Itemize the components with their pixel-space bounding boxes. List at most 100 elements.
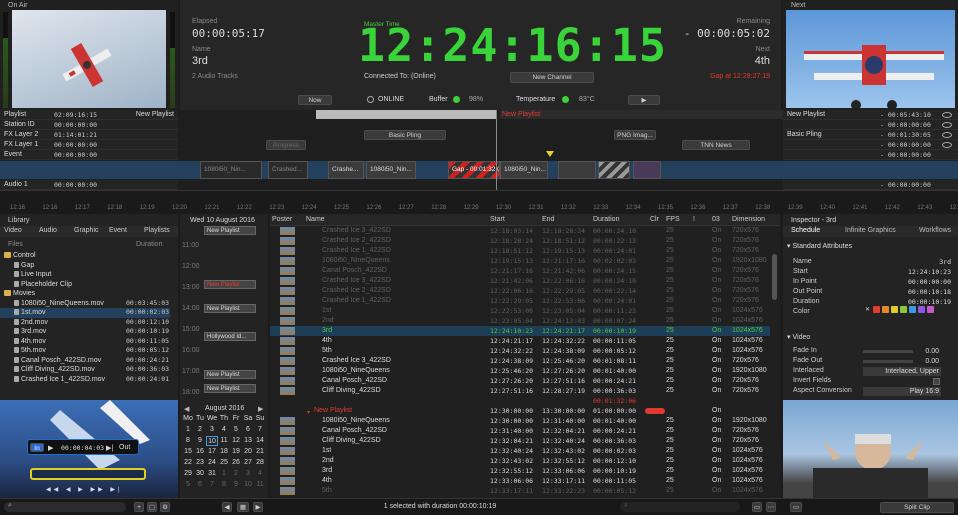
table-row[interactable]: 1080i50_NineQueens 12:30:00:00 12:31:40:00… xyxy=(270,416,770,426)
basic-pling-segment[interactable]: Basic Pling xyxy=(364,130,446,140)
eye-icon[interactable] xyxy=(942,122,952,128)
eye-icon[interactable] xyxy=(942,112,952,118)
attribute-value[interactable]: 00:00:10:19 xyxy=(873,298,951,306)
calendar-day[interactable]: 10 xyxy=(206,436,218,446)
calendar-next-icon[interactable]: ▶ xyxy=(258,405,263,413)
now-button[interactable]: Now xyxy=(298,95,332,105)
column-header[interactable]: Clr xyxy=(650,216,659,223)
calendar-day[interactable]: 15 xyxy=(182,447,194,457)
duration-column-header[interactable]: Duration xyxy=(136,241,162,248)
library-tab[interactable]: Playlists xyxy=(144,227,170,234)
library-item[interactable]: Live Input xyxy=(0,270,170,280)
color-swatch[interactable] xyxy=(909,306,916,313)
playhead-marker[interactable] xyxy=(546,151,554,157)
table-row[interactable]: 2nd 12:23:05:04 12:24:13:03 00:00:07:24 25 On… xyxy=(270,316,770,326)
library-add-button[interactable]: + xyxy=(134,502,144,512)
color-swatch[interactable] xyxy=(927,306,934,313)
next-track-row[interactable] xyxy=(783,140,958,150)
schedule-grid-button[interactable]: ▦ xyxy=(237,502,249,512)
attribute-value[interactable]: 3rd xyxy=(873,258,951,266)
clip-1080-b[interactable]: 1080i50_Nin... xyxy=(366,161,416,179)
table-row[interactable]: 1st 12:32:40:24 12:32:43:02 00:00:02:03 25 On… xyxy=(270,446,770,456)
clip-1080-c[interactable]: 1080i50_Nin... xyxy=(500,161,548,179)
table-row[interactable]: Cliff Diving_422SD 12:27:51:16 12:28:27:19… xyxy=(270,386,770,396)
next-track-row[interactable] xyxy=(783,150,958,160)
library-tab[interactable]: Video xyxy=(4,227,22,234)
library-item[interactable]: 4th.mov 00:00:11:05 xyxy=(0,337,170,347)
schedule-next-button[interactable]: ▶ xyxy=(253,502,263,512)
table-row[interactable]: Crashed Ice 3_422SD 12:18:03:14 12:18:28:2… xyxy=(270,226,770,236)
library-search-input[interactable] xyxy=(4,502,126,512)
schedule-block[interactable]: New Playlist xyxy=(204,280,256,289)
table-row[interactable]: Crashed Ice 2_422SD 12:22:06:16 12:22:29:0… xyxy=(270,286,770,296)
library-item[interactable]: 3rd.mov 00:00:10:19 xyxy=(0,327,170,337)
table-scrollbar[interactable] xyxy=(772,254,777,300)
calendar-day[interactable]: 7 xyxy=(206,480,218,490)
play-icon[interactable]: ▶ xyxy=(48,444,53,452)
calendar-day[interactable]: 18 xyxy=(218,447,230,457)
calendar-prev-icon[interactable]: ◀ xyxy=(184,405,189,413)
table-row[interactable]: 1080i50_NineQueens 12:19:15:13 12:21:17:16… xyxy=(270,256,770,266)
table-row[interactable]: 1080i50_NineQueens 12:25:46:20 12:27:26:20… xyxy=(270,366,770,376)
column-header[interactable]: ! xyxy=(693,216,695,223)
calendar-day[interactable]: 17 xyxy=(206,447,218,457)
column-header[interactable]: End xyxy=(542,216,554,223)
table-row[interactable]: 4th 12:24:21:17 12:24:32:22 00:00:11:05 25 On… xyxy=(270,336,770,346)
column-header[interactable]: Name xyxy=(306,216,325,223)
calendar-day[interactable]: 27 xyxy=(242,458,254,468)
calendar-day[interactable]: 12 xyxy=(230,436,242,446)
monitor-button[interactable]: ▭ xyxy=(790,502,802,512)
in-button[interactable]: In xyxy=(30,443,44,452)
files-column-header[interactable]: Files xyxy=(8,241,23,248)
calendar-day[interactable]: 25 xyxy=(218,458,230,468)
clip-crashed-a[interactable]: Crashed... xyxy=(268,161,308,179)
table-row[interactable]: ▾ New Playlist 12:30:00:00 13:30:00:00 01:00… xyxy=(270,406,770,416)
library-item[interactable]: 1080i50_NineQueens.mov 00:03:45:03 xyxy=(0,299,170,309)
column-header[interactable]: Duration xyxy=(593,216,619,223)
table-search-input[interactable] xyxy=(620,502,740,512)
split-clip-button[interactable]: Split Clip xyxy=(880,502,954,513)
column-header[interactable]: Poster xyxy=(272,216,292,223)
library-item[interactable]: Placeholder Clip xyxy=(0,280,170,290)
library-tab[interactable]: Event xyxy=(109,227,127,234)
color-swatch[interactable] xyxy=(891,306,898,313)
color-swatch[interactable] xyxy=(918,306,925,313)
table-row[interactable]: 5th 12:24:32:22 12:24:38:09 00:00:05:12 25 On… xyxy=(270,346,770,356)
schedule-block[interactable]: New Playlist xyxy=(204,226,256,235)
schedule-block[interactable]: New Playlist xyxy=(204,384,256,393)
table-row[interactable]: Canal Posch_422SD 12:21:17:16 12:21:42:06 0… xyxy=(270,266,770,276)
calendar-day[interactable]: 8 xyxy=(218,480,230,490)
tnn-news-segment[interactable]: TNN News xyxy=(682,140,750,150)
fade-slider[interactable] xyxy=(863,350,913,353)
calendar-day[interactable]: 3 xyxy=(242,469,254,479)
calendar-day[interactable]: 9 xyxy=(230,480,242,490)
calendar-day[interactable]: 14 xyxy=(254,436,266,446)
table-row[interactable]: Crashed Ice 3_422SD 12:21:42:06 12:22:06:1… xyxy=(270,276,770,286)
video-header[interactable]: ▾ Video xyxy=(787,333,810,341)
table-row[interactable]: Canal Posch_422SD 12:27:26:20 12:27:51:16 0… xyxy=(270,376,770,386)
table-row[interactable]: Crashed Ice 1_422SD 12:22:29:05 12:22:53:0… xyxy=(270,296,770,306)
library-item[interactable]: Movies xyxy=(0,289,170,299)
calendar-day[interactable]: 5 xyxy=(230,425,242,435)
calendar-day[interactable]: 30 xyxy=(194,469,206,479)
table-row[interactable]: Canal Posch_422SD 12:31:40:00 12:32:04:21 0… xyxy=(270,426,770,436)
gap-segment[interactable]: Gap - 00:01:32:06 xyxy=(448,161,500,179)
library-item[interactable]: 5th.mov 00:00:05:12 xyxy=(0,346,170,356)
color-swatch[interactable] xyxy=(873,306,880,313)
clip-1080-a[interactable]: 1080i50_Nin... xyxy=(200,161,262,179)
calendar-day[interactable]: 2 xyxy=(230,469,242,479)
library-item[interactable]: Gap xyxy=(0,261,170,271)
table-view-button[interactable]: ▭ xyxy=(752,502,762,512)
video-attribute-value[interactable]: Interlaced, Upper xyxy=(863,367,941,376)
library-search-icon[interactable]: ⌕ xyxy=(8,502,12,510)
calendar-day[interactable]: 6 xyxy=(242,425,254,435)
library-item[interactable]: Control xyxy=(0,251,170,261)
transport-controls[interactable]: ◀◀ ◀ ▶ ▶▶ ▶| xyxy=(46,486,123,493)
library-item[interactable]: Cliff Diving_422SD.mov 00:00:36:03 xyxy=(0,365,170,375)
schedule-prev-button[interactable]: ◀ xyxy=(222,502,232,512)
calendar-day[interactable]: 28 xyxy=(254,458,266,468)
library-folder-button[interactable]: ▢ xyxy=(147,502,157,512)
column-header[interactable]: Start xyxy=(490,216,505,223)
next-track-row[interactable] xyxy=(783,180,958,190)
new-channel-button[interactable]: New Channel xyxy=(510,72,594,83)
